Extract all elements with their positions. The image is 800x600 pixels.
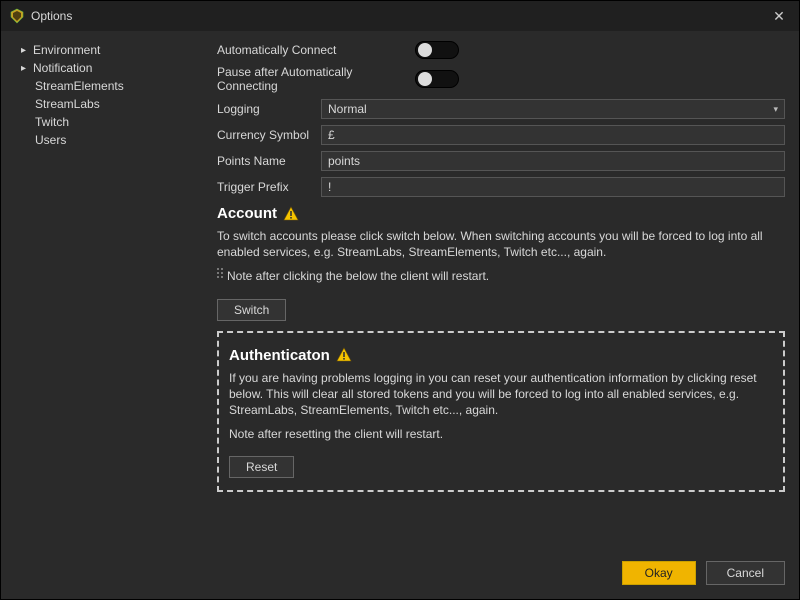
- sidebar: ▸ Environment ▸ Notification StreamEleme…: [1, 31, 199, 555]
- points-input[interactable]: [328, 154, 778, 168]
- currency-input[interactable]: [328, 128, 778, 142]
- auto-connect-label: Automatically Connect: [217, 43, 407, 57]
- sidebar-item-environment[interactable]: ▸ Environment: [1, 41, 199, 59]
- account-heading: Account: [217, 205, 785, 222]
- cancel-button[interactable]: Cancel: [706, 561, 785, 585]
- currency-input-wrap: [321, 125, 785, 145]
- footer: Okay Cancel: [1, 555, 799, 599]
- sidebar-item-notification[interactable]: ▸ Notification: [1, 59, 199, 77]
- sidebar-item-streamlabs[interactable]: StreamLabs: [1, 95, 199, 113]
- close-icon: ✕: [773, 8, 785, 25]
- warning-icon: [336, 347, 352, 363]
- pause-after-toggle[interactable]: [415, 70, 459, 88]
- auth-heading-text: Authenticaton: [229, 347, 330, 364]
- auth-note: Note after resetting the client will res…: [229, 426, 773, 442]
- points-label: Points Name: [217, 154, 313, 168]
- sidebar-item-streamelements[interactable]: StreamElements: [1, 77, 199, 95]
- trigger-input-wrap: [321, 177, 785, 197]
- switch-button[interactable]: Switch: [217, 299, 286, 321]
- reset-button[interactable]: Reset: [229, 456, 294, 478]
- close-button[interactable]: ✕: [767, 4, 791, 28]
- sidebar-item-label: StreamElements: [35, 79, 124, 93]
- sidebar-item-label: Environment: [33, 43, 100, 57]
- chevron-right-icon: ▸: [21, 45, 29, 56]
- account-heading-text: Account: [217, 205, 277, 222]
- logging-label: Logging: [217, 102, 313, 116]
- titlebar: Options ✕: [1, 1, 799, 31]
- account-body: To switch accounts please click switch b…: [217, 228, 785, 260]
- sidebar-item-label: Twitch: [35, 115, 69, 129]
- logging-select[interactable]: Normal ▾: [321, 99, 785, 119]
- authentication-section: Authenticaton If you are having problems…: [217, 331, 785, 493]
- currency-label: Currency Symbol: [217, 128, 313, 142]
- chevron-down-icon: ▾: [773, 104, 778, 115]
- options-window: Options ✕ ▸ Environment ▸ Notification S…: [0, 0, 800, 600]
- warning-icon: [283, 206, 299, 222]
- account-note: Note after clicking the below the client…: [227, 268, 489, 284]
- sidebar-item-label: Users: [35, 133, 66, 147]
- logging-value: Normal: [328, 102, 367, 116]
- trigger-input[interactable]: [328, 180, 778, 194]
- sidebar-item-label: StreamLabs: [35, 97, 100, 111]
- auth-body: If you are having problems logging in yo…: [229, 370, 773, 419]
- points-input-wrap: [321, 151, 785, 171]
- drag-grip-icon[interactable]: [217, 268, 223, 278]
- chevron-right-icon: ▸: [21, 63, 29, 74]
- sidebar-item-label: Notification: [33, 61, 92, 75]
- auto-connect-toggle[interactable]: [415, 41, 459, 59]
- pause-after-label: Pause after Automatically Connecting: [217, 65, 407, 93]
- main-panel: Automatically Connect Pause after Automa…: [199, 31, 799, 555]
- trigger-label: Trigger Prefix: [217, 180, 313, 194]
- auth-heading: Authenticaton: [229, 347, 773, 364]
- app-icon: [9, 8, 25, 24]
- okay-button[interactable]: Okay: [622, 561, 696, 585]
- sidebar-item-twitch[interactable]: Twitch: [1, 113, 199, 131]
- window-title: Options: [31, 9, 72, 23]
- sidebar-item-users[interactable]: Users: [1, 131, 199, 149]
